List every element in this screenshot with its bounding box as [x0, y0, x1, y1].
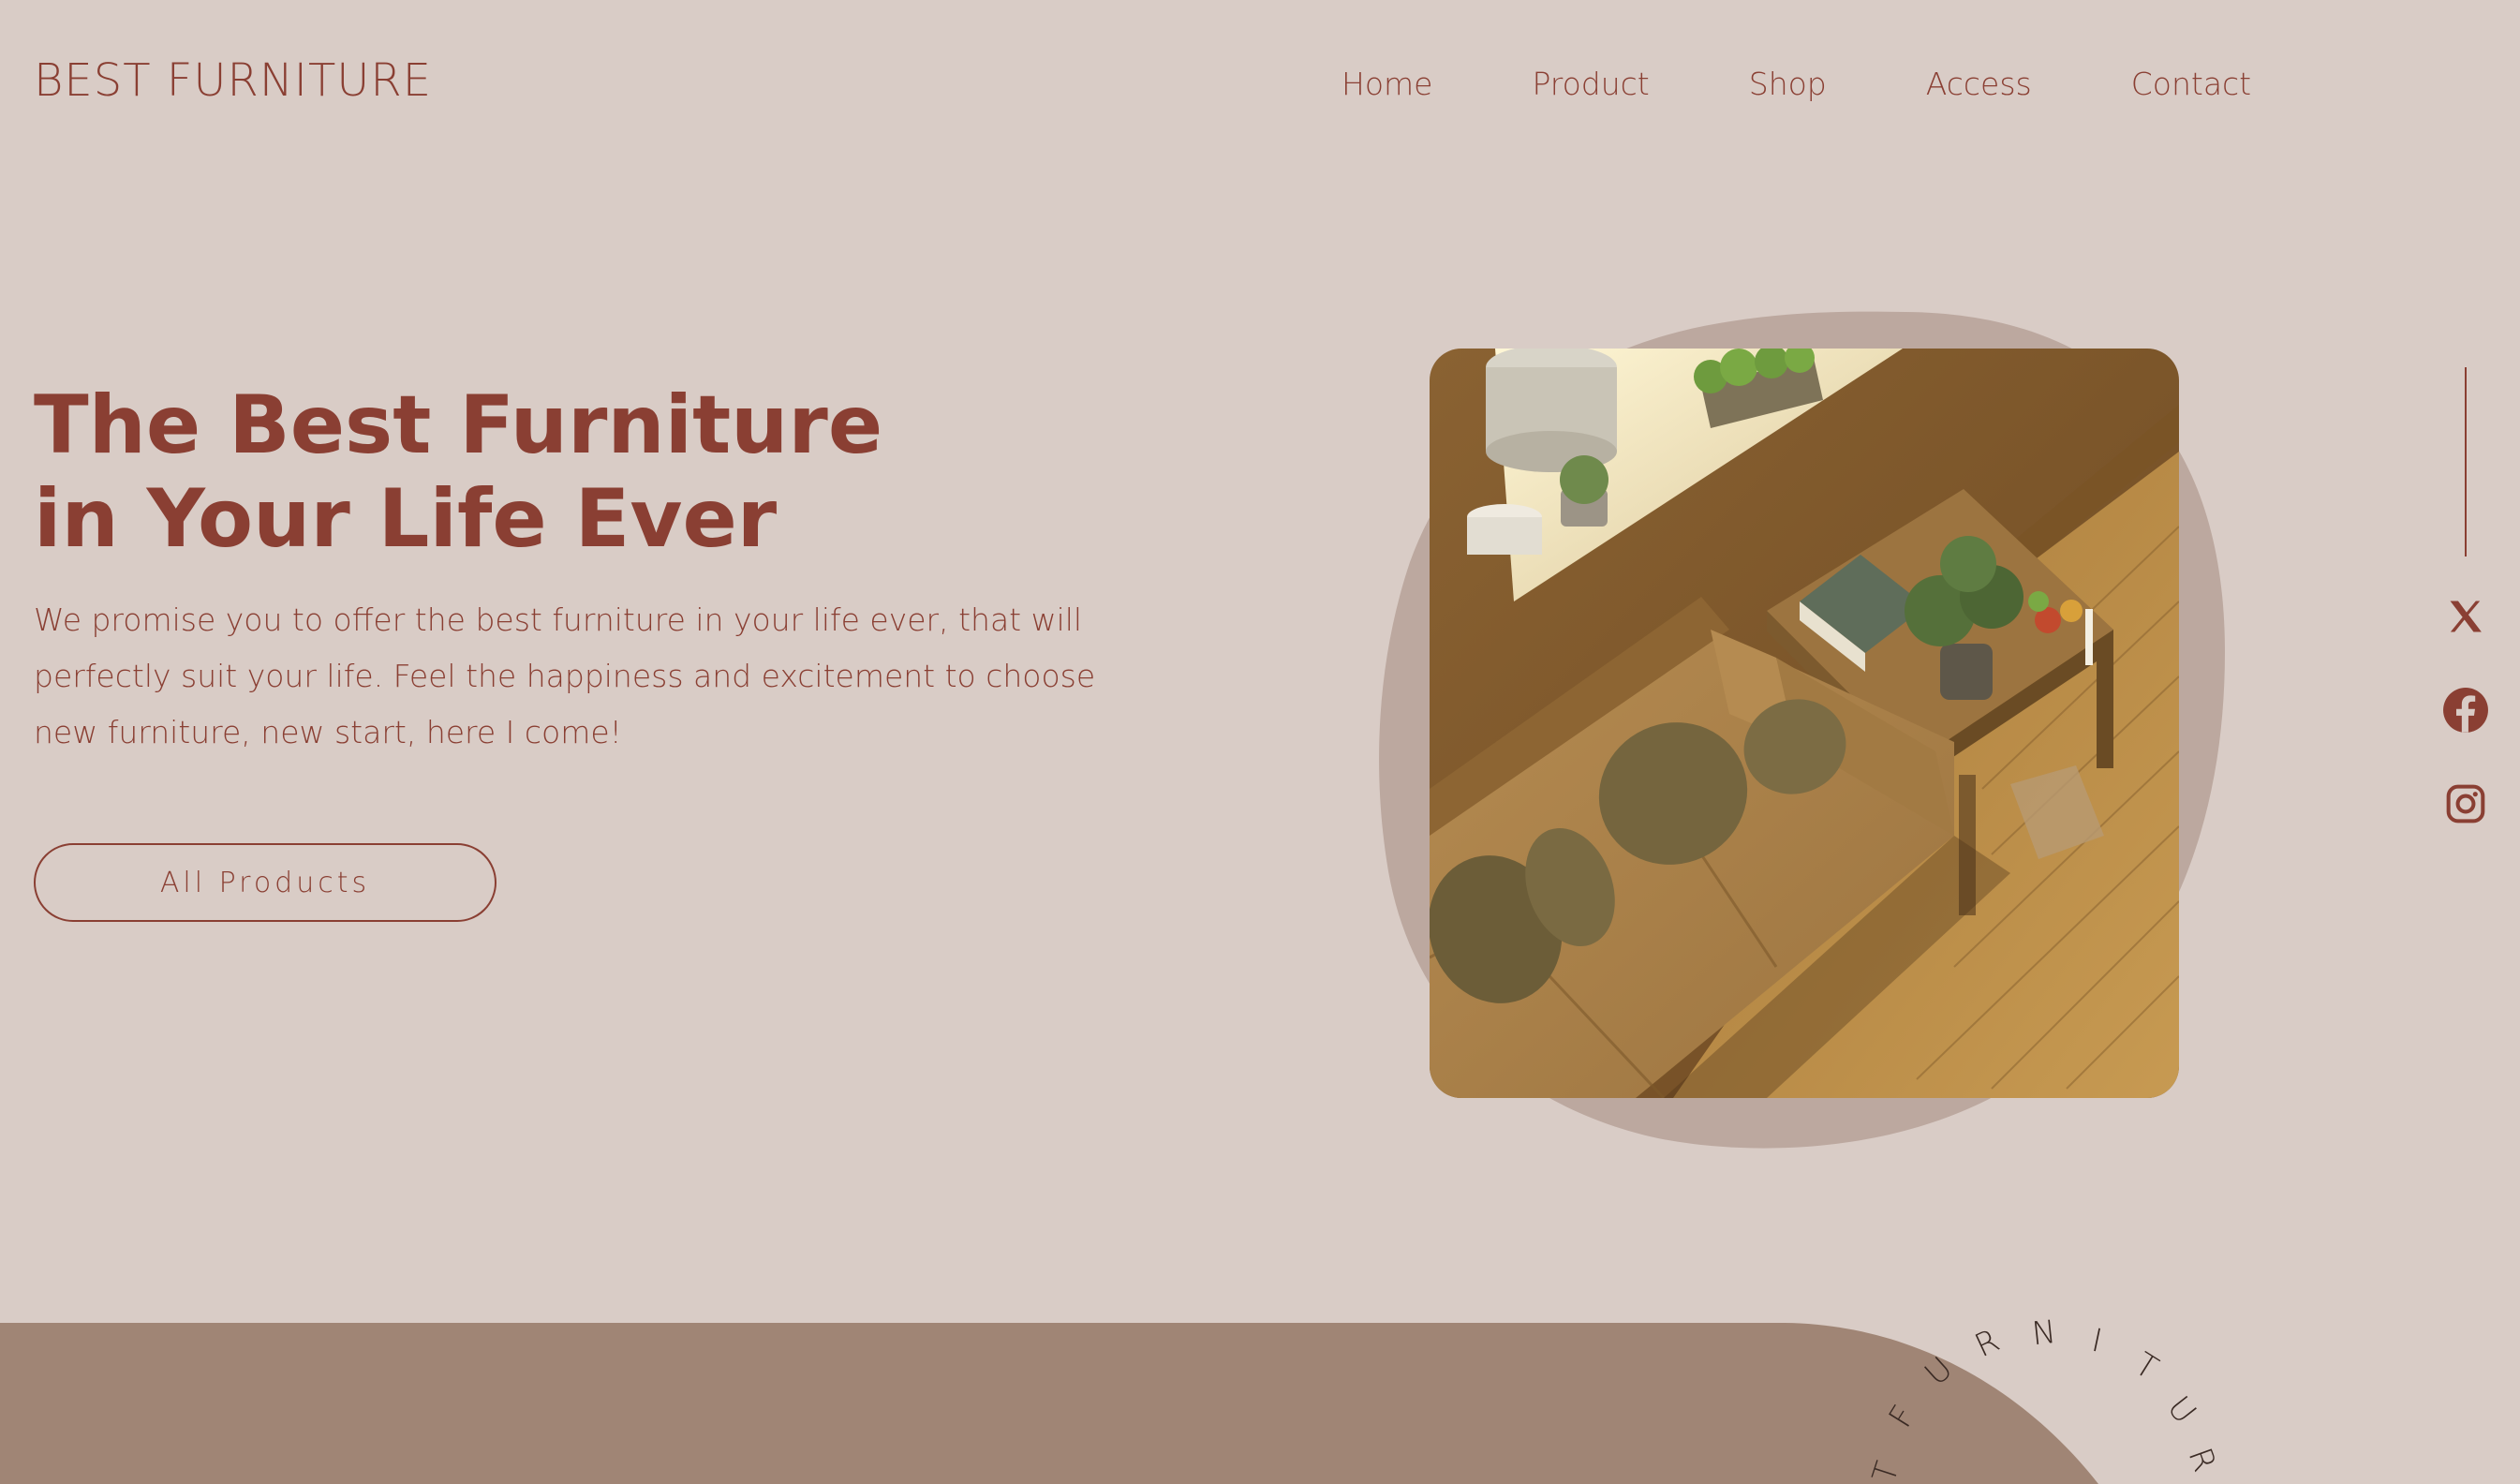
living-room-photo	[1430, 349, 2179, 1098]
instagram-icon[interactable]	[2441, 779, 2490, 828]
x-icon[interactable]	[2441, 592, 2490, 641]
social-links	[2436, 367, 2496, 836]
hero-title-line-1: The Best Furniture	[34, 378, 883, 472]
nav-access[interactable]: Access	[1926, 66, 2032, 102]
nav-home[interactable]: Home	[1342, 66, 1432, 102]
bottom-decorative-band	[0, 1323, 2098, 1484]
all-products-button[interactable]: All Products	[34, 843, 497, 922]
main-nav: Home Product Shop Access Contact	[1342, 66, 2251, 102]
hero-title: The Best Furniture in Your Life Ever	[34, 378, 971, 566]
facebook-icon[interactable]	[2441, 686, 2490, 735]
nav-product[interactable]: Product	[1532, 66, 1649, 102]
hero-title-line-2: in Your Life Ever	[34, 472, 778, 566]
nav-contact[interactable]: Contact	[2131, 66, 2251, 102]
hero-description: We promise you to offer the best furnitu…	[34, 601, 1096, 750]
nav-shop[interactable]: Shop	[1749, 66, 1827, 102]
hero-image-area	[1377, 309, 2230, 1156]
social-divider-line	[2465, 367, 2467, 556]
brand-logo[interactable]: BEST FURNITURE	[34, 54, 432, 107]
